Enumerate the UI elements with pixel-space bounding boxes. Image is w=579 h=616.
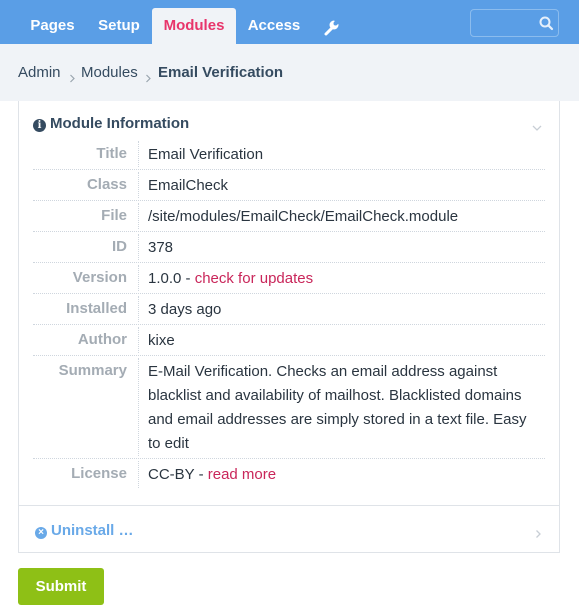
info-row-class: Class EmailCheck [33, 170, 545, 201]
row-label: Title [96, 145, 127, 162]
row-label: Summary [58, 362, 127, 379]
breadcrumb-modules[interactable]: Modules [81, 64, 138, 81]
row-value: /site/modules/EmailCheck/EmailCheck.modu… [148, 208, 459, 225]
info-row-file: File /site/modules/EmailCheck/EmailCheck… [33, 201, 545, 232]
search-input[interactable] [477, 15, 533, 31]
info-row-title: Title Email Verification [33, 139, 545, 170]
license-text: CC-BY - [148, 466, 208, 483]
row-value: E-Mail Verification. Checks an email add… [148, 363, 527, 452]
top-navigation: Pages Setup Modules Access [0, 0, 579, 44]
version-text: 1.0.0 - [148, 270, 195, 287]
row-label: Version [72, 269, 127, 286]
read-more-link[interactable]: read more [208, 466, 276, 483]
chevron-down-icon[interactable] [531, 119, 543, 131]
chevron-right-icon [145, 70, 152, 83]
row-label: ID [112, 238, 127, 255]
search-box [470, 9, 559, 37]
uninstall-label: Uninstall … [51, 522, 134, 539]
row-label: Author [77, 331, 127, 348]
search-icon[interactable] [538, 15, 554, 31]
info-row-id: ID 378 [33, 232, 545, 263]
panel-header[interactable]: i Module Information [33, 115, 189, 132]
row-value: 378 [148, 239, 174, 256]
info-row-license: License CC-BY - read more [33, 459, 545, 490]
wrench-icon[interactable] [322, 8, 341, 44]
row-value: kixe [148, 332, 175, 349]
info-icon: i [33, 119, 46, 132]
chevron-right-icon [69, 70, 76, 83]
row-value: EmailCheck [148, 177, 229, 194]
tab-modules[interactable]: Modules [152, 8, 236, 44]
row-value: 3 days ago [148, 301, 222, 318]
row-label: File [101, 207, 127, 224]
info-row-author: Author kixe [33, 325, 545, 356]
row-value: Email Verification [148, 146, 264, 163]
breadcrumb-admin[interactable]: Admin [18, 64, 61, 81]
info-row-version: Version 1.0.0 - check for updates [33, 263, 545, 294]
row-label: Class [86, 176, 127, 193]
submit-button[interactable]: Submit [18, 568, 104, 605]
panel-title: Module Information [50, 115, 190, 132]
row-value: CC-BY - read more [148, 463, 540, 487]
row-label: Installed [66, 300, 127, 317]
uninstall-section[interactable]: × Uninstall … [19, 505, 559, 552]
x-circle-icon: × [35, 527, 47, 539]
uninstall-toggle[interactable]: × Uninstall … [35, 522, 134, 539]
tab-access[interactable]: Access [239, 8, 309, 44]
tab-pages[interactable]: Pages [16, 8, 89, 44]
row-value: 1.0.0 - check for updates [148, 267, 540, 291]
breadcrumb-current: Email Verification [158, 64, 284, 81]
check-updates-link[interactable]: check for updates [195, 270, 313, 287]
row-label: License [71, 465, 127, 482]
info-row-summary: Summary E-Mail Verification. Checks an e… [33, 356, 545, 459]
info-row-installed: Installed 3 days ago [33, 294, 545, 325]
module-info-panel: i Module Information Title Email Verifica… [18, 101, 560, 553]
tab-setup[interactable]: Setup [89, 8, 149, 44]
breadcrumb: Admin Modules Email Verification [0, 44, 579, 101]
chevron-right-icon[interactable] [535, 526, 542, 538]
